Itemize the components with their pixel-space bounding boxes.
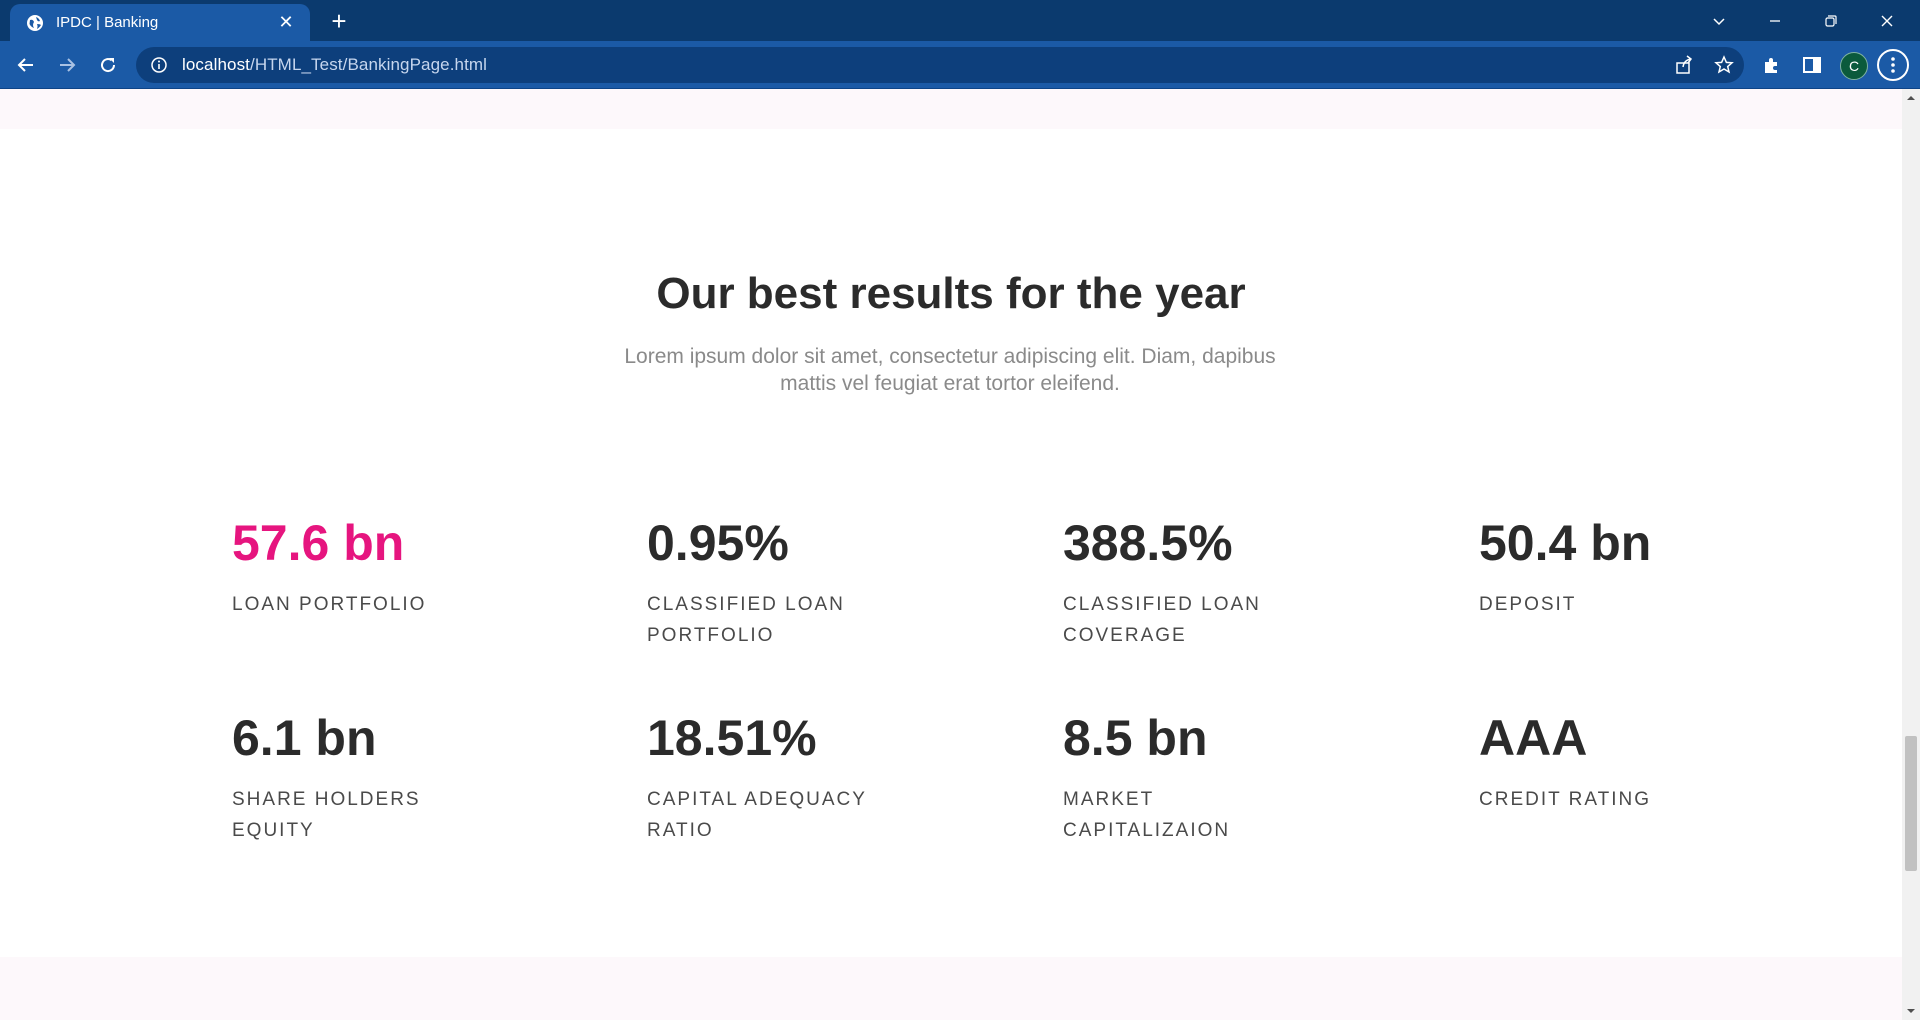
stat-label: SHARE HOLDERS EQUITY	[232, 789, 421, 841]
stat-value: AAA	[1479, 710, 1588, 766]
stat-capital-adequacy-ratio: 18.51% CAPITAL ADEQUACY RATIO	[647, 710, 947, 846]
scroll-down-icon[interactable]	[1902, 1002, 1920, 1020]
stat-value: 50.4 bn	[1479, 515, 1652, 571]
kebab-menu-icon[interactable]	[1877, 49, 1909, 81]
share-icon[interactable]	[1672, 53, 1696, 77]
star-icon[interactable]	[1712, 53, 1736, 77]
url-path: /HTML_Test/BankingPage.html	[250, 55, 488, 74]
page-scrollbar[interactable]	[1902, 89, 1920, 1020]
stat-value: 8.5 bn	[1063, 710, 1208, 766]
tab-search-icon[interactable]	[1691, 0, 1747, 41]
stat-classified-loan-coverage: 388.5% CLASSIFIED LOAN COVERAGE	[1063, 515, 1363, 651]
browser-tab[interactable]: IPDC | Banking ✕	[10, 4, 310, 41]
stat-label: CAPITAL ADEQUACY RATIO	[647, 789, 867, 841]
stat-credit-rating: AAA CREDIT RATING	[1479, 710, 1779, 815]
extensions-icon[interactable]	[1758, 51, 1786, 79]
url-text: localhost/HTML_Test/BankingPage.html	[182, 55, 487, 75]
scroll-up-icon[interactable]	[1902, 89, 1920, 107]
url-host: localhost	[182, 55, 250, 74]
stat-label: CLASSIFIED LOAN COVERAGE	[1063, 594, 1261, 646]
back-icon[interactable]	[10, 49, 42, 81]
forward-icon[interactable]	[51, 49, 83, 81]
stat-label: DEPOSIT	[1479, 594, 1577, 615]
browser-titlebar: IPDC | Banking ✕ +	[0, 0, 1920, 41]
stat-label: CREDIT RATING	[1479, 789, 1652, 810]
window-close-icon[interactable]	[1859, 0, 1915, 41]
stat-market-capitalization: 8.5 bn MARKET CAPITALIZAION	[1063, 710, 1363, 846]
reload-icon[interactable]	[92, 49, 124, 81]
browser-toolbar: localhost/HTML_Test/BankingPage.html	[0, 41, 1920, 89]
section-subtext: Lorem ipsum dolor sit amet, consectetur …	[624, 345, 1276, 395]
stat-value: 18.51%	[647, 710, 817, 766]
stat-loan-portfolio: 57.6 bn LOAN PORTFOLIO	[232, 515, 532, 620]
previous-section-band	[0, 89, 1902, 129]
info-icon[interactable]	[150, 56, 168, 74]
stat-value: 0.95%	[647, 515, 789, 571]
avatar[interactable]: C	[1840, 52, 1868, 80]
tab-title: IPDC | Banking	[56, 14, 159, 31]
stat-value: 57.6 bn	[232, 515, 405, 571]
restore-icon[interactable]	[1803, 0, 1859, 41]
stat-label: MARKET CAPITALIZAION	[1063, 789, 1231, 841]
stat-value: 6.1 bn	[232, 710, 377, 766]
page-viewport: Our best results for the year Lorem ipsu…	[0, 89, 1902, 1020]
stat-label: CLASSIFIED LOAN PORTFOLIO	[647, 594, 845, 646]
stat-deposit: 50.4 bn DEPOSIT	[1479, 515, 1779, 620]
stat-classified-loan-portfolio: 0.95% CLASSIFIED LOAN PORTFOLIO	[647, 515, 947, 651]
address-bar[interactable]: localhost/HTML_Test/BankingPage.html	[136, 47, 1744, 83]
section-heading: Our best results for the year	[656, 269, 1246, 318]
close-icon[interactable]: ✕	[272, 12, 300, 33]
minimize-icon[interactable]	[1747, 0, 1803, 41]
plus-icon[interactable]: +	[324, 6, 354, 36]
stat-share-holders-equity: 6.1 bn SHARE HOLDERS EQUITY	[232, 710, 532, 846]
scroll-thumb[interactable]	[1905, 736, 1917, 871]
stat-label: LOAN PORTFOLIO	[232, 594, 427, 615]
sidepanel-icon[interactable]	[1798, 51, 1826, 79]
globe-icon	[26, 14, 44, 32]
next-section-band	[0, 957, 1902, 1020]
stat-value: 388.5%	[1063, 515, 1233, 571]
